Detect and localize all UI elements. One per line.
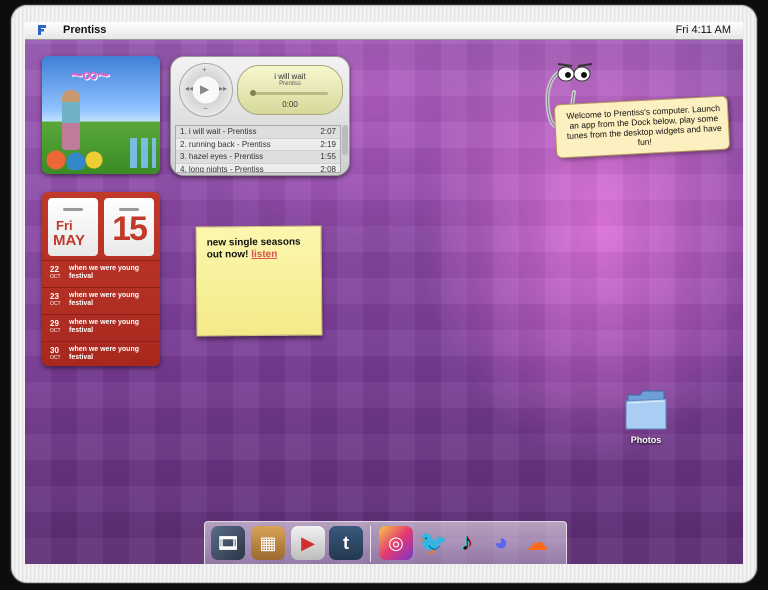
play-icon[interactable]: ▶ <box>200 82 209 96</box>
track-row[interactable]: 1. i will wait - Prentiss 2:07 <box>176 126 340 139</box>
desktop: Prentiss Fri 4:11 AM ~∞~ + ◂◂ ▶ ▸▸ − i w… <box>25 22 743 564</box>
event-list: 22 OCT when we were young festival 23 OC… <box>42 260 160 366</box>
listen-link[interactable]: listen <box>251 249 277 260</box>
menu-clock[interactable]: Fri 4:11 AM <box>676 24 731 36</box>
track-row[interactable]: 2. running back - Prentiss 2:19 <box>176 138 340 151</box>
event-day: 23 <box>50 292 59 301</box>
track-name: 4. long nights - Prentiss <box>180 164 264 173</box>
now-playing-display: i will wait Prentiss 0:00 <box>237 65 343 115</box>
track-duration: 2:19 <box>320 139 336 149</box>
event-month: OCT <box>50 274 61 280</box>
event-day: 22 <box>50 265 59 274</box>
video-app-icon[interactable]: ▶ <box>291 526 325 560</box>
track-row[interactable]: 3. hazel eyes - Prentiss 1:55 <box>176 151 340 164</box>
event-item[interactable]: 23 OCT when we were young festival <box>42 287 160 314</box>
assistant-speech-bubble[interactable]: Welcome to Prentiss's computer. Launch a… <box>553 95 731 159</box>
instagram-app-icon[interactable]: ◎ <box>379 526 413 560</box>
assistant-message: Welcome to Prentiss's computer. Launch a… <box>566 102 722 148</box>
discord-app-icon[interactable]: ◕ <box>484 526 518 560</box>
prentiss-logo-icon[interactable] <box>37 24 49 36</box>
album-art-scribble: ~∞~ <box>70 62 109 87</box>
calendar-month: MAY <box>53 232 85 249</box>
track-row[interactable]: 4. long nights - Prentiss 2:08 <box>176 163 340 173</box>
calendar-date-tile: Fri MAY <box>48 198 98 256</box>
twitter-app-icon[interactable]: 🐦 <box>416 526 450 560</box>
event-name: when we were young festival <box>69 265 140 280</box>
app-name-menu[interactable]: Prentiss <box>63 24 106 36</box>
menu-bar: Prentiss Fri 4:11 AM <box>25 22 743 40</box>
event-item[interactable]: 22 OCT when we were young festival <box>42 260 160 287</box>
calendar-ring <box>63 208 83 211</box>
event-name: when we were young festival <box>69 346 140 361</box>
calendar-day-number: 15 <box>112 210 148 248</box>
music-player-widget: + ◂◂ ▶ ▸▸ − i will wait Prentiss 0:00 1.… <box>170 56 350 176</box>
track-list-scrollbar[interactable] <box>342 125 348 155</box>
soundcloud-app-icon[interactable]: ☁ <box>520 526 554 560</box>
next-track-icon[interactable]: ▸▸ <box>219 84 227 93</box>
event-day: 30 <box>50 346 59 355</box>
tumblr-app-icon[interactable]: t <box>329 526 363 560</box>
sticky-note[interactable]: new single seasons out now! listen <box>195 225 323 337</box>
event-month: OCT <box>50 301 61 307</box>
event-month: OCT <box>50 328 61 334</box>
track-duration: 2:07 <box>320 127 336 136</box>
dock: 🎞 ▦ ▶ t ◎ 🐦 ♪ ◕ ☁ <box>204 521 567 564</box>
track-list: 1. i will wait - Prentiss 2:07 2. runnin… <box>175 125 341 173</box>
film-app-icon[interactable]: 🎞 <box>211 526 245 560</box>
event-item[interactable]: 30 OCT when we were young festival <box>42 341 160 366</box>
photos-folder-icon[interactable] <box>624 387 668 433</box>
track-duration: 1:55 <box>320 152 336 161</box>
calendar-widget: Fri MAY 15 22 OCT when we were young fes… <box>42 192 160 366</box>
album-art-figure <box>62 90 80 150</box>
event-name: when we were young festival <box>69 319 140 334</box>
volume-down-icon[interactable]: − <box>203 104 208 113</box>
event-day: 29 <box>50 319 59 328</box>
calendar-day-tile: 15 <box>104 198 154 256</box>
elapsed-time: 0:00 <box>282 100 298 109</box>
event-name: when we were young festival <box>69 292 140 307</box>
tiktok-app-icon[interactable]: ♪ <box>450 526 484 560</box>
track-duration: 2:08 <box>320 164 336 173</box>
progress-knob[interactable] <box>250 90 256 96</box>
photos-folder-label[interactable]: Photos <box>619 435 673 445</box>
volume-up-icon[interactable]: + <box>202 65 207 74</box>
album-art-widget[interactable]: ~∞~ <box>42 56 160 174</box>
sticky-note-text: new single seasons out now! listen <box>207 236 317 261</box>
event-month: OCT <box>50 355 61 361</box>
track-name: 1. i will wait - Prentiss <box>180 127 257 136</box>
track-name: 2. running back - Prentiss <box>180 139 271 149</box>
track-name: 3. hazel eyes - Prentiss <box>180 152 264 161</box>
dock-separator <box>370 526 371 562</box>
album-art-balls <box>44 148 104 170</box>
album-art-folders <box>130 138 156 168</box>
event-item[interactable]: 29 OCT when we were young festival <box>42 314 160 341</box>
progress-bar[interactable] <box>252 92 328 95</box>
now-playing-title: i will wait <box>274 72 306 81</box>
store-app-icon[interactable]: ▦ <box>251 526 285 560</box>
calendar-weekday: Fri <box>56 218 73 233</box>
click-wheel[interactable]: + ◂◂ ▶ ▸▸ − <box>179 63 233 117</box>
previous-track-icon[interactable]: ◂◂ <box>185 84 193 93</box>
now-playing-artist: Prentiss <box>279 81 301 87</box>
